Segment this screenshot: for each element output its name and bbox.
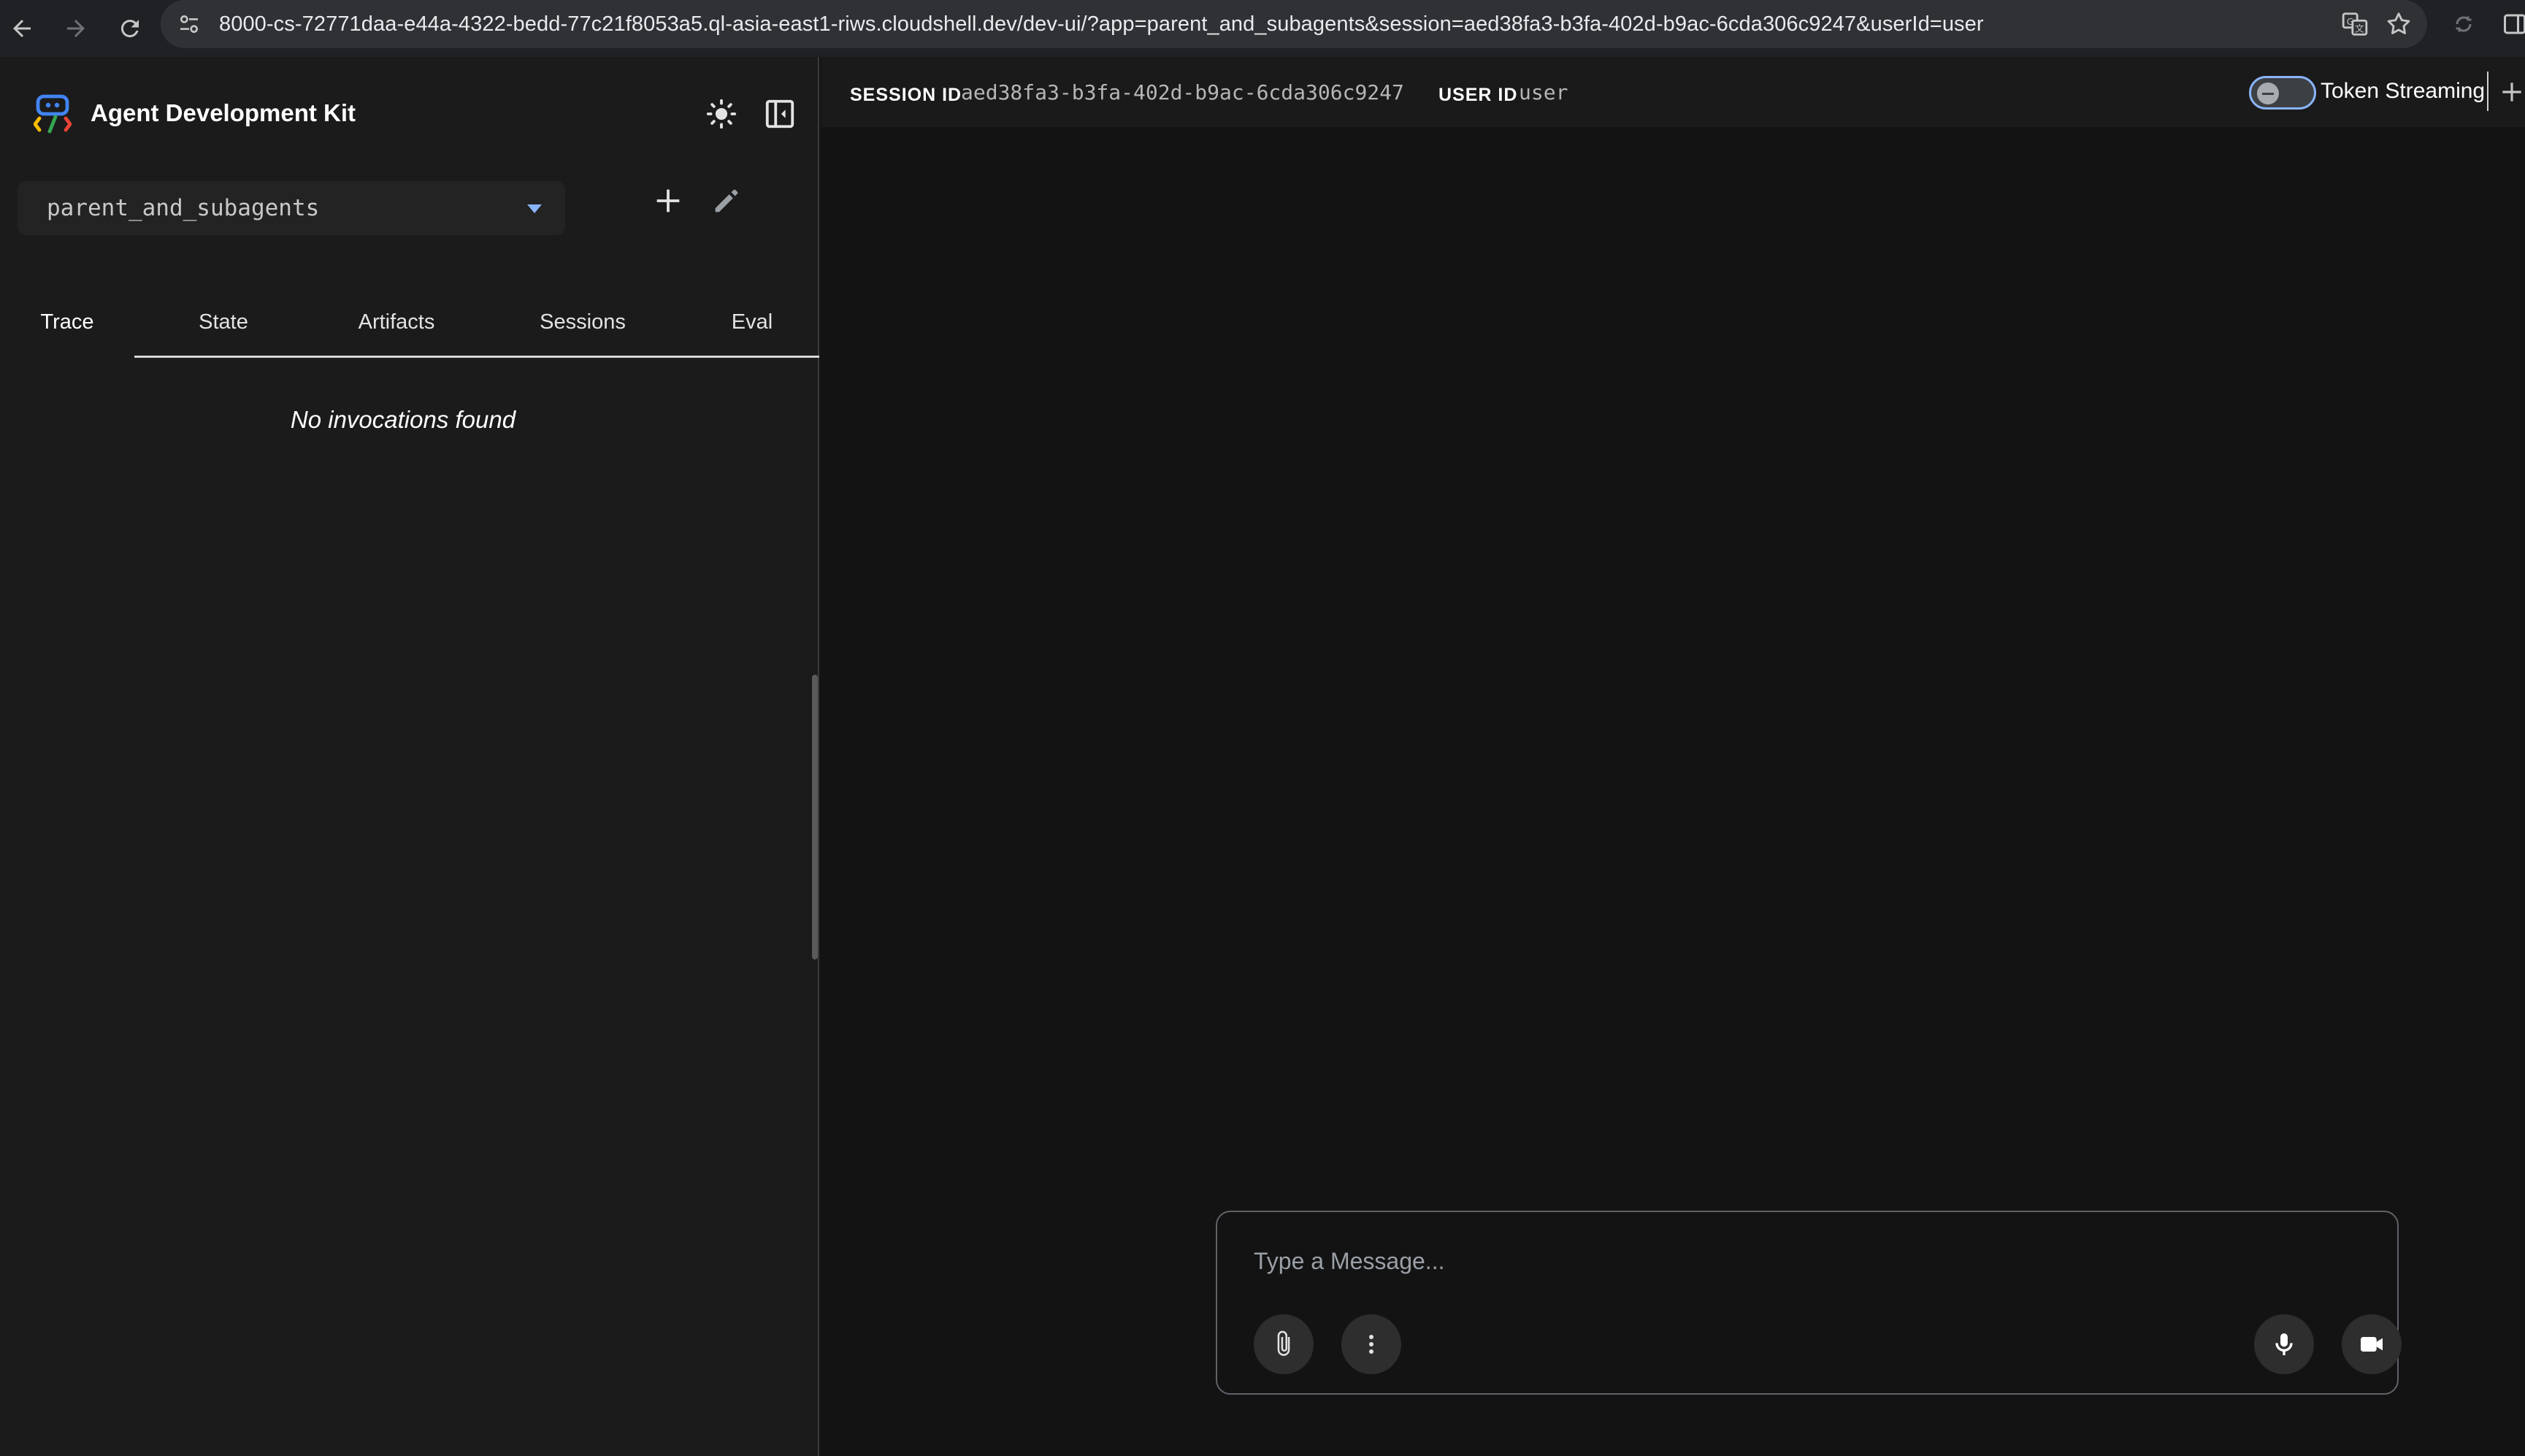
message-input[interactable] [1254,1243,2276,1279]
arrow-back-icon [13,20,31,37]
message-composer [1216,1211,2402,1395]
extension-sync-button[interactable] [2451,0,2477,48]
microphone-button[interactable] [2254,1314,2314,1374]
more-options-button[interactable] [1341,1314,1401,1374]
paperclip-icon [1277,1330,1290,1356]
tab-artifacts[interactable]: Artifacts [313,289,480,356]
tab-eval[interactable]: Eval [685,289,819,356]
reload-button[interactable] [108,7,152,50]
sidebar-header: Agent Development Kit [0,57,819,174]
collapse-panel-button[interactable] [761,95,799,133]
videocam-icon [2361,1337,2383,1352]
user-id-label: USER ID [1438,85,1518,105]
address-bar[interactable]: 8000-cs-72771daa-e44a-4322-bedd-77c21f80… [161,0,2427,48]
tab-sessions[interactable]: Sessions [480,289,685,356]
tab-label: Sessions [540,310,626,334]
side-panel: Agent Development Kit parent_and_subagen… [0,57,819,1456]
token-streaming-toggle[interactable] [2249,76,2316,110]
empty-state-message: No invocations found [290,406,516,433]
session-bar: SESSION ID aed38fa3-b3fa-402d-b9ac-6cda3… [821,57,2525,127]
video-button[interactable] [2342,1314,2402,1374]
browser-toolbar: 8000-cs-72771daa-e44a-4322-bedd-77c21f80… [0,0,2525,57]
token-streaming-label: Token Streaming [2321,79,2486,103]
toggle-knob [2257,83,2279,104]
edit-agent-button[interactable] [705,180,748,222]
sidebar-tabs: Trace State Artifacts Sessions Eval [0,289,819,358]
app-select-value: parent_and_subagents [47,195,320,221]
reload-icon [120,20,139,38]
translate-icon[interactable]: G 文 [2341,10,2369,38]
pencil-icon [715,189,738,212]
tab-trace[interactable]: Trace [0,289,134,358]
user-id-value: user [1519,80,1568,104]
side-panel-button[interactable] [2502,0,2525,48]
sun-icon [706,99,737,129]
star-icon[interactable] [2385,10,2413,38]
divider [2487,72,2488,111]
adk-logo-icon [34,94,72,134]
chat-area: SESSION ID aed38fa3-b3fa-402d-b9ac-6cda3… [821,57,2525,1456]
new-agent-button[interactable] [647,180,689,222]
session-id-value: aed38fa3-b3fa-402d-b9ac-6cda306c9247 [961,80,1404,104]
chevron-down-icon [527,204,542,213]
tab-label: Trace [40,310,94,334]
dock-left-icon [765,99,794,129]
omnibox-actions: G 文 [2341,0,2413,48]
new-session-button[interactable] [2497,72,2525,112]
plus-icon [2502,83,2521,101]
session-id-label: SESSION ID [850,85,962,105]
forward-button[interactable] [54,7,98,50]
theme-toggle-button[interactable] [702,95,740,133]
sync-icon [2456,16,2472,32]
tab-state[interactable]: State [134,289,313,356]
arrow-forward-icon [67,20,85,37]
tab-label: State [199,310,248,334]
plus-icon [656,189,680,212]
tab-label: Artifacts [358,310,435,334]
app-title: Agent Development Kit [91,99,356,126]
tab-label: Eval [731,310,773,334]
mic-icon [2275,1333,2293,1355]
back-button[interactable] [0,7,44,50]
more-vert-icon [1369,1335,1373,1354]
panel-resize-handle[interactable] [812,675,818,959]
app-select[interactable]: parent_and_subagents [18,181,565,235]
tune-icon [180,15,198,33]
site-settings-button[interactable] [165,0,213,48]
url-text[interactable]: 8000-cs-72771daa-e44a-4322-bedd-77c21f80… [219,12,1984,37]
svg-text:文: 文 [2355,23,2364,34]
attach-button[interactable] [1254,1314,1314,1374]
app-root: 8000-cs-72771daa-e44a-4322-bedd-77c21f80… [0,0,2525,1456]
side-panel-icon [2504,14,2525,34]
